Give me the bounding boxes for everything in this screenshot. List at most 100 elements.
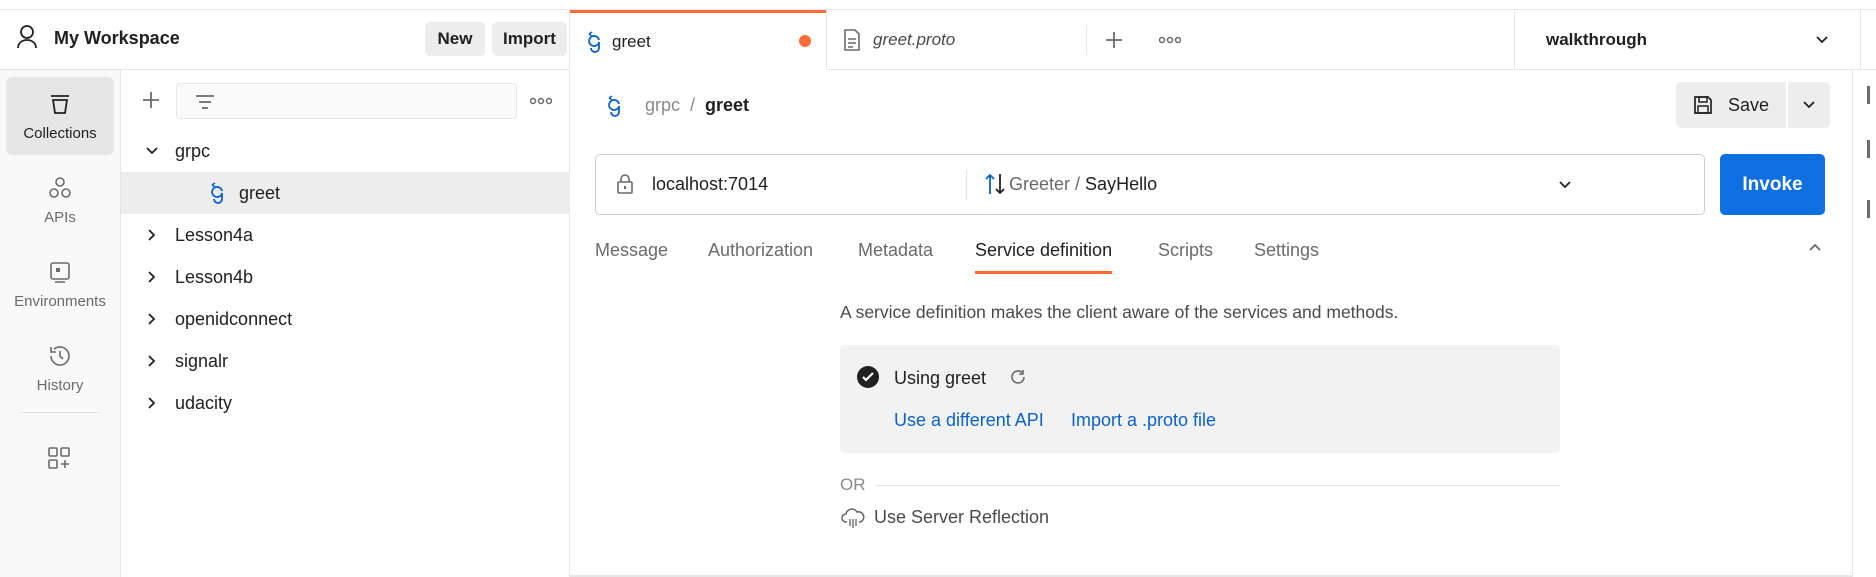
grpc-icon — [586, 30, 602, 53]
or-divider-label: OR — [840, 475, 866, 494]
service-definition-card: Using greet Use a different API Import a… — [840, 345, 1560, 453]
tab-label: greet.proto — [873, 30, 956, 49]
add-apps-icon[interactable] — [47, 446, 73, 472]
rail-item-collections[interactable]: Collections — [6, 77, 114, 155]
breadcrumb-current[interactable]: greet — [705, 95, 749, 116]
import-proto-link[interactable]: Import a .proto file — [1071, 410, 1216, 431]
add-collection-icon[interactable] — [141, 90, 161, 110]
tree-item-grpc[interactable]: grpc — [121, 130, 570, 172]
url-divider — [966, 170, 967, 200]
filter-icon — [194, 92, 216, 112]
environment-selector[interactable]: walkthrough — [1515, 10, 1845, 70]
tree-label: greet — [239, 182, 281, 203]
save-button-group: Save — [1676, 82, 1830, 128]
subtab-authorization[interactable]: Authorization — [708, 240, 813, 274]
tree-item-greet[interactable]: greet — [121, 172, 570, 214]
workspace-title[interactable]: My Workspace — [54, 28, 180, 49]
panel-divider — [1860, 10, 1861, 70]
breadcrumb-parent[interactable]: grpc — [645, 95, 680, 116]
history-icon — [47, 343, 73, 369]
grpc-icon — [606, 95, 622, 117]
save-icon — [1692, 94, 1714, 116]
service-definition-description: A service definition makes the client aw… — [840, 302, 1399, 322]
subtab-message[interactable]: Message — [595, 240, 668, 274]
subtab-service-definition[interactable]: Service definition — [975, 240, 1113, 274]
environment-name: walkthrough — [1546, 30, 1648, 49]
tab-label: greet — [612, 31, 651, 51]
refresh-icon[interactable] — [1009, 368, 1027, 386]
tab-greet[interactable]: greet — [570, 10, 826, 70]
service-name: Greeter — [1009, 174, 1071, 194]
tree-label: udacity — [175, 392, 233, 413]
unsaved-indicator — [799, 35, 811, 47]
method-separator: / — [1070, 174, 1086, 194]
tree-item-openidconnect[interactable]: openidconnect — [121, 298, 570, 340]
using-api-label: Using greet — [894, 368, 987, 388]
collections-sidebar: grpc greet Lesson4a Lesson4b openidconne… — [121, 70, 570, 577]
import-button[interactable]: Import — [492, 22, 567, 56]
rail-divider — [20, 412, 100, 413]
breadcrumb: grpc / greet — [645, 95, 749, 116]
chevron-right-icon[interactable] — [147, 270, 175, 284]
save-options-button[interactable] — [1788, 82, 1830, 128]
tree-label: Lesson4a — [175, 224, 254, 245]
tree-label: signalr — [175, 350, 229, 371]
environments-icon — [47, 259, 73, 285]
right-rail — [1852, 70, 1876, 577]
rail-label-environments: Environments — [14, 292, 106, 310]
tree-label: Lesson4b — [175, 266, 254, 287]
method-path: Greeter / SayHello — [1009, 174, 1157, 195]
file-icon — [843, 29, 861, 51]
tree-label: openidconnect — [175, 308, 293, 329]
add-tab-icon[interactable] — [1104, 30, 1124, 50]
server-reflection-button[interactable]: Use Server Reflection — [840, 502, 1049, 532]
rail-label-apis: APIs — [44, 208, 76, 226]
subtab-settings[interactable]: Settings — [1254, 240, 1319, 274]
subtab-scripts[interactable]: Scripts — [1158, 240, 1213, 274]
collapse-panel-icon[interactable] — [1808, 242, 1822, 252]
chevron-right-icon[interactable] — [147, 228, 175, 242]
grpc-icon — [209, 182, 239, 204]
chevron-down-icon — [1815, 35, 1829, 45]
invoke-button[interactable]: Invoke — [1720, 154, 1825, 215]
chevron-right-icon[interactable] — [147, 354, 175, 368]
server-url-input[interactable]: localhost:7014 — [652, 174, 768, 195]
tab-greet-proto[interactable]: greet.proto — [827, 10, 1057, 70]
method-name: SayHello — [1085, 174, 1158, 194]
tab-divider — [1086, 25, 1087, 55]
rail-item-environments[interactable]: Environments — [6, 245, 114, 323]
collections-icon — [47, 91, 73, 117]
sort-arrows-icon — [984, 172, 1006, 196]
user-icon[interactable] — [16, 24, 38, 50]
tree-item-signalr[interactable]: signalr — [121, 340, 570, 382]
tree-item-lesson4a[interactable]: Lesson4a — [121, 214, 570, 256]
save-button[interactable]: Save — [1676, 82, 1786, 128]
use-different-api-link[interactable]: Use a different API — [894, 410, 1044, 431]
filter-input[interactable] — [176, 83, 517, 119]
tab-bar: greet greet.proto walkthrough — [570, 10, 1876, 70]
rail-item-apis[interactable]: APIs — [6, 161, 114, 239]
chevron-down-icon[interactable] — [145, 146, 175, 156]
more-tabs-icon[interactable] — [1159, 36, 1181, 44]
docs-icon[interactable] — [1867, 86, 1870, 104]
chevron-down-icon — [1802, 100, 1816, 110]
workspace-header: My Workspace New Import — [0, 10, 570, 70]
rail-label-history: History — [36, 376, 84, 394]
comments-icon[interactable] — [1867, 140, 1870, 158]
tree-item-udacity[interactable]: udacity — [121, 382, 570, 424]
method-selector[interactable]: Greeter / SayHello — [984, 155, 1699, 214]
chevron-down-icon — [1558, 180, 1572, 190]
info-icon[interactable] — [1867, 200, 1870, 218]
new-button[interactable]: New — [425, 22, 485, 56]
tree-item-lesson4b[interactable]: Lesson4b — [121, 256, 570, 298]
subtab-metadata[interactable]: Metadata — [858, 240, 933, 274]
chevron-right-icon[interactable] — [147, 396, 175, 410]
rail-label-collections: Collections — [23, 124, 97, 142]
request-panel: grpc / greet Save localhost:7014 Greeter… — [570, 70, 1852, 577]
window-top-border — [0, 0, 1876, 10]
chevron-right-icon[interactable] — [147, 312, 175, 326]
apis-icon — [47, 175, 73, 201]
more-options-icon[interactable] — [530, 97, 552, 105]
rail-item-history[interactable]: History — [6, 329, 114, 407]
cloud-icon — [840, 504, 866, 530]
